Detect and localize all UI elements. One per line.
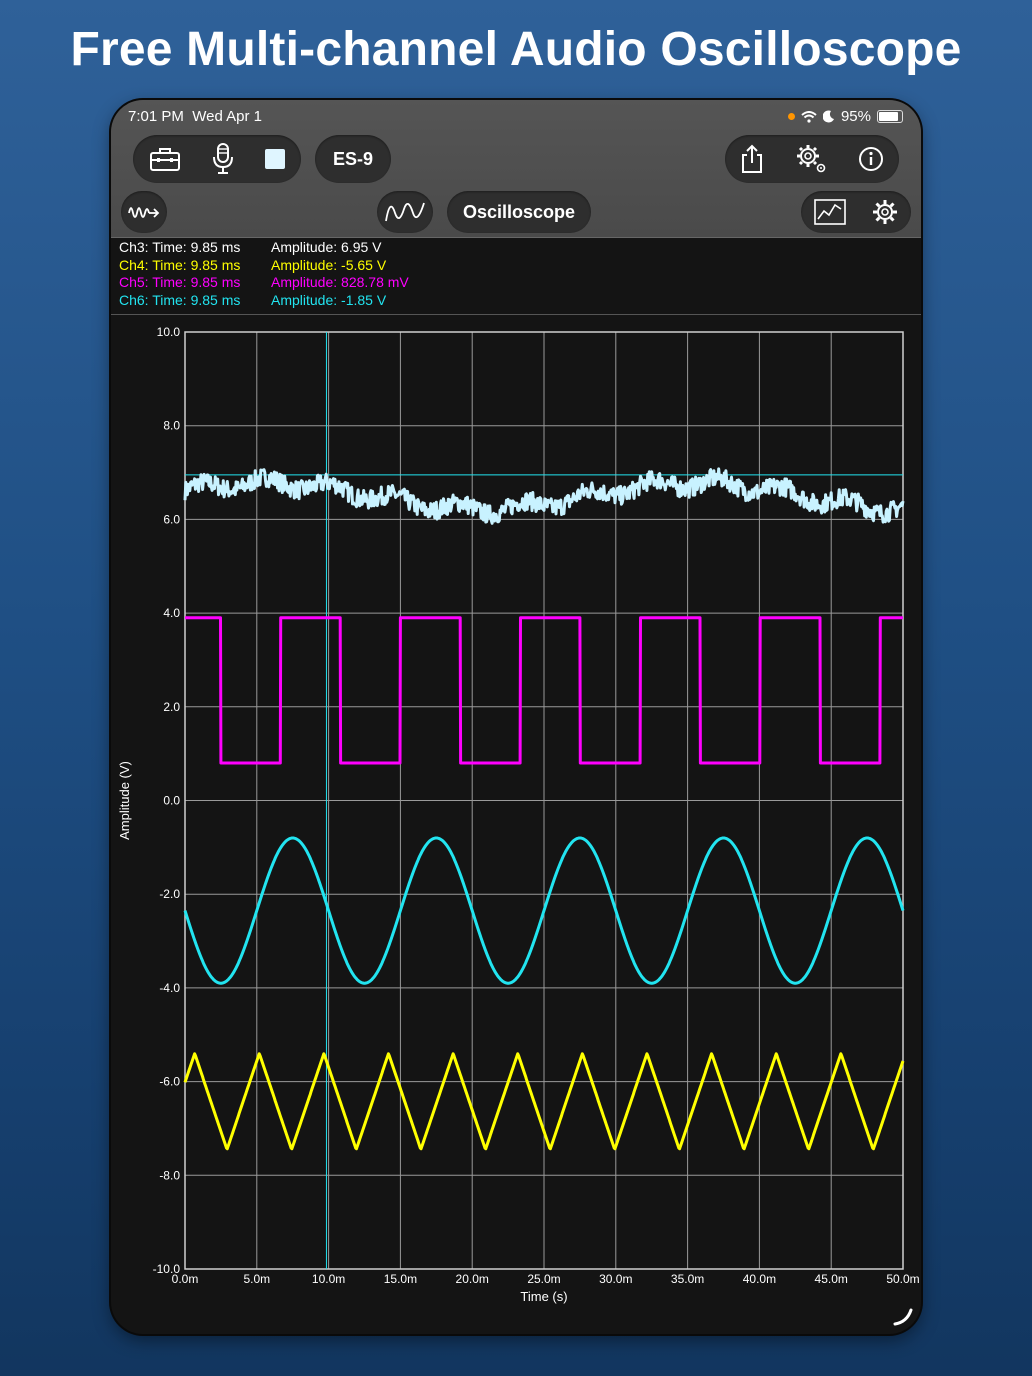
y-tick-label: 6.0 bbox=[163, 512, 180, 526]
x-tick-label: 45.0m bbox=[815, 1272, 848, 1286]
y-tick-label: -6.0 bbox=[159, 1075, 180, 1089]
x-tick-label: 40.0m bbox=[743, 1272, 776, 1286]
x-tick-label: 10.0m bbox=[312, 1272, 345, 1286]
x-axis-label: Time (s) bbox=[520, 1289, 567, 1304]
y-tick-label: 0.0 bbox=[163, 794, 180, 808]
x-tick-label: 20.0m bbox=[456, 1272, 489, 1286]
oscilloscope-plot[interactable]: 0.0m 5.0m 10.0m 15.0m 20.0m 25.0m 30.0m 35.0m 40… bbox=[111, 100, 921, 1334]
x-tick-label: 30.0m bbox=[599, 1272, 632, 1286]
x-tick-label: 25.0m bbox=[527, 1272, 560, 1286]
y-tick-label: -2.0 bbox=[159, 887, 180, 901]
x-tick-label: 50.0m bbox=[886, 1272, 919, 1286]
y-axis-label: Amplitude (V) bbox=[117, 761, 132, 840]
y-tick-label: -8.0 bbox=[159, 1168, 180, 1182]
x-tick-label: 15.0m bbox=[384, 1272, 417, 1286]
x-tick-label: 35.0m bbox=[671, 1272, 704, 1286]
x-tick-label: 5.0m bbox=[243, 1272, 270, 1286]
y-tick-label: 4.0 bbox=[163, 606, 180, 620]
y-tick-label: 10.0 bbox=[157, 325, 181, 339]
page-headline: Free Multi-channel Audio Oscilloscope bbox=[70, 23, 962, 76]
resize-handle-icon[interactable] bbox=[889, 1302, 917, 1330]
tablet-frame: 7:01 PM Wed Apr 1 95% ES-9 Oscilloscope … bbox=[111, 100, 921, 1334]
y-tick-label: 8.0 bbox=[163, 419, 180, 433]
y-tick-label: -4.0 bbox=[159, 981, 180, 995]
y-tick-label: -10.0 bbox=[153, 1262, 181, 1276]
y-tick-label: 2.0 bbox=[163, 700, 180, 714]
